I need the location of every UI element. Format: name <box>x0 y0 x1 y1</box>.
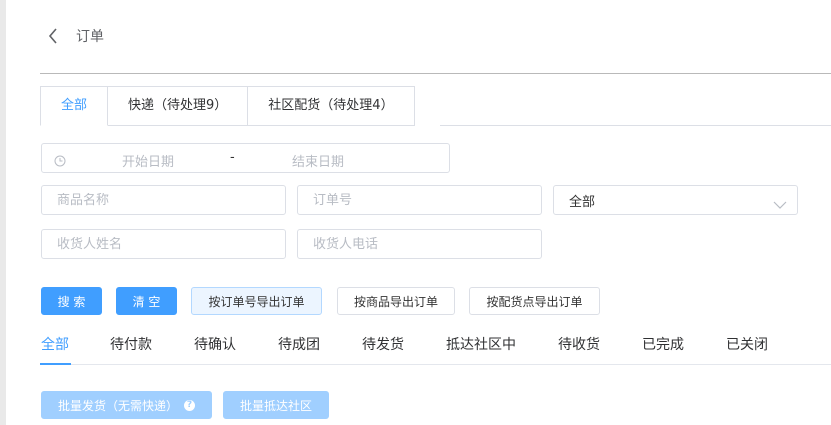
date-separator: - <box>230 150 235 165</box>
tab-express[interactable]: 快递（待处理9） <box>108 86 249 126</box>
status-select-value: 全部 <box>569 194 596 210</box>
batch-arrive-community-button[interactable]: 批量抵达社区 <box>223 391 329 419</box>
tab-community-delivery[interactable]: 社区配货（待处理4） <box>248 86 415 126</box>
receiver-phone-field <box>297 229 542 259</box>
status-tab-pending-shipment[interactable]: 待发货 <box>362 334 404 354</box>
product-name-input[interactable] <box>42 192 285 208</box>
status-select[interactable]: 全部 <box>553 185 798 215</box>
date-range-picker[interactable]: 开始日期 - 结束日期 <box>41 143 450 173</box>
start-date-placeholder[interactable]: 开始日期 <box>122 151 174 170</box>
chevron-down-icon <box>773 195 787 209</box>
order-no-input[interactable] <box>298 192 541 208</box>
status-tab-pending-payment[interactable]: 待付款 <box>110 334 152 354</box>
tabs-baseline <box>440 125 831 126</box>
status-tab-active-indicator <box>40 363 71 365</box>
status-tab-closed[interactable]: 已关闭 <box>726 334 768 354</box>
chevron-left-icon[interactable] <box>48 26 62 46</box>
product-name-field <box>41 185 286 215</box>
status-tab-all[interactable]: 全部 <box>41 334 69 354</box>
status-tabs: 全部 待付款 待确认 待成团 待发货 抵达社区中 待收货 已完成 已关闭 <box>40 334 831 365</box>
status-tab-pending-group[interactable]: 待成团 <box>278 334 320 354</box>
receiver-phone-input[interactable] <box>298 236 541 252</box>
page-title: 订单 <box>76 29 104 45</box>
order-no-field <box>297 185 542 215</box>
search-button[interactable]: 搜 索 <box>41 287 102 315</box>
export-by-point-button[interactable]: 按配货点导出订单 <box>469 287 600 315</box>
left-edge-bar <box>0 0 6 425</box>
export-by-order-button[interactable]: 按订单号导出订单 <box>191 287 322 315</box>
batch-ship-label: 批量发货（无需快递） <box>57 398 178 413</box>
status-tab-pending-confirm[interactable]: 待确认 <box>194 334 236 354</box>
status-tab-completed[interactable]: 已完成 <box>642 334 684 354</box>
end-date-placeholder[interactable]: 结束日期 <box>292 151 344 170</box>
export-by-product-button[interactable]: 按商品导出订单 <box>337 287 455 315</box>
status-tab-pending-receipt[interactable]: 待收货 <box>558 334 600 354</box>
clear-button[interactable]: 清 空 <box>116 287 177 315</box>
question-circle-icon[interactable]: ? <box>184 399 195 411</box>
status-tab-arriving-community[interactable]: 抵达社区中 <box>446 334 516 354</box>
receiver-name-field <box>41 229 286 259</box>
clock-icon <box>54 152 66 167</box>
receiver-name-input[interactable] <box>42 236 285 252</box>
tab-all[interactable]: 全部 <box>40 86 109 126</box>
status-tabs-baseline <box>40 364 831 365</box>
page-header: 订单 <box>48 24 104 48</box>
order-type-tabs: 全部 快递（待处理9） 社区配货（待处理4） <box>40 86 415 126</box>
header-divider <box>40 73 831 74</box>
batch-ship-button[interactable]: 批量发货（无需快递） ? <box>41 391 212 419</box>
